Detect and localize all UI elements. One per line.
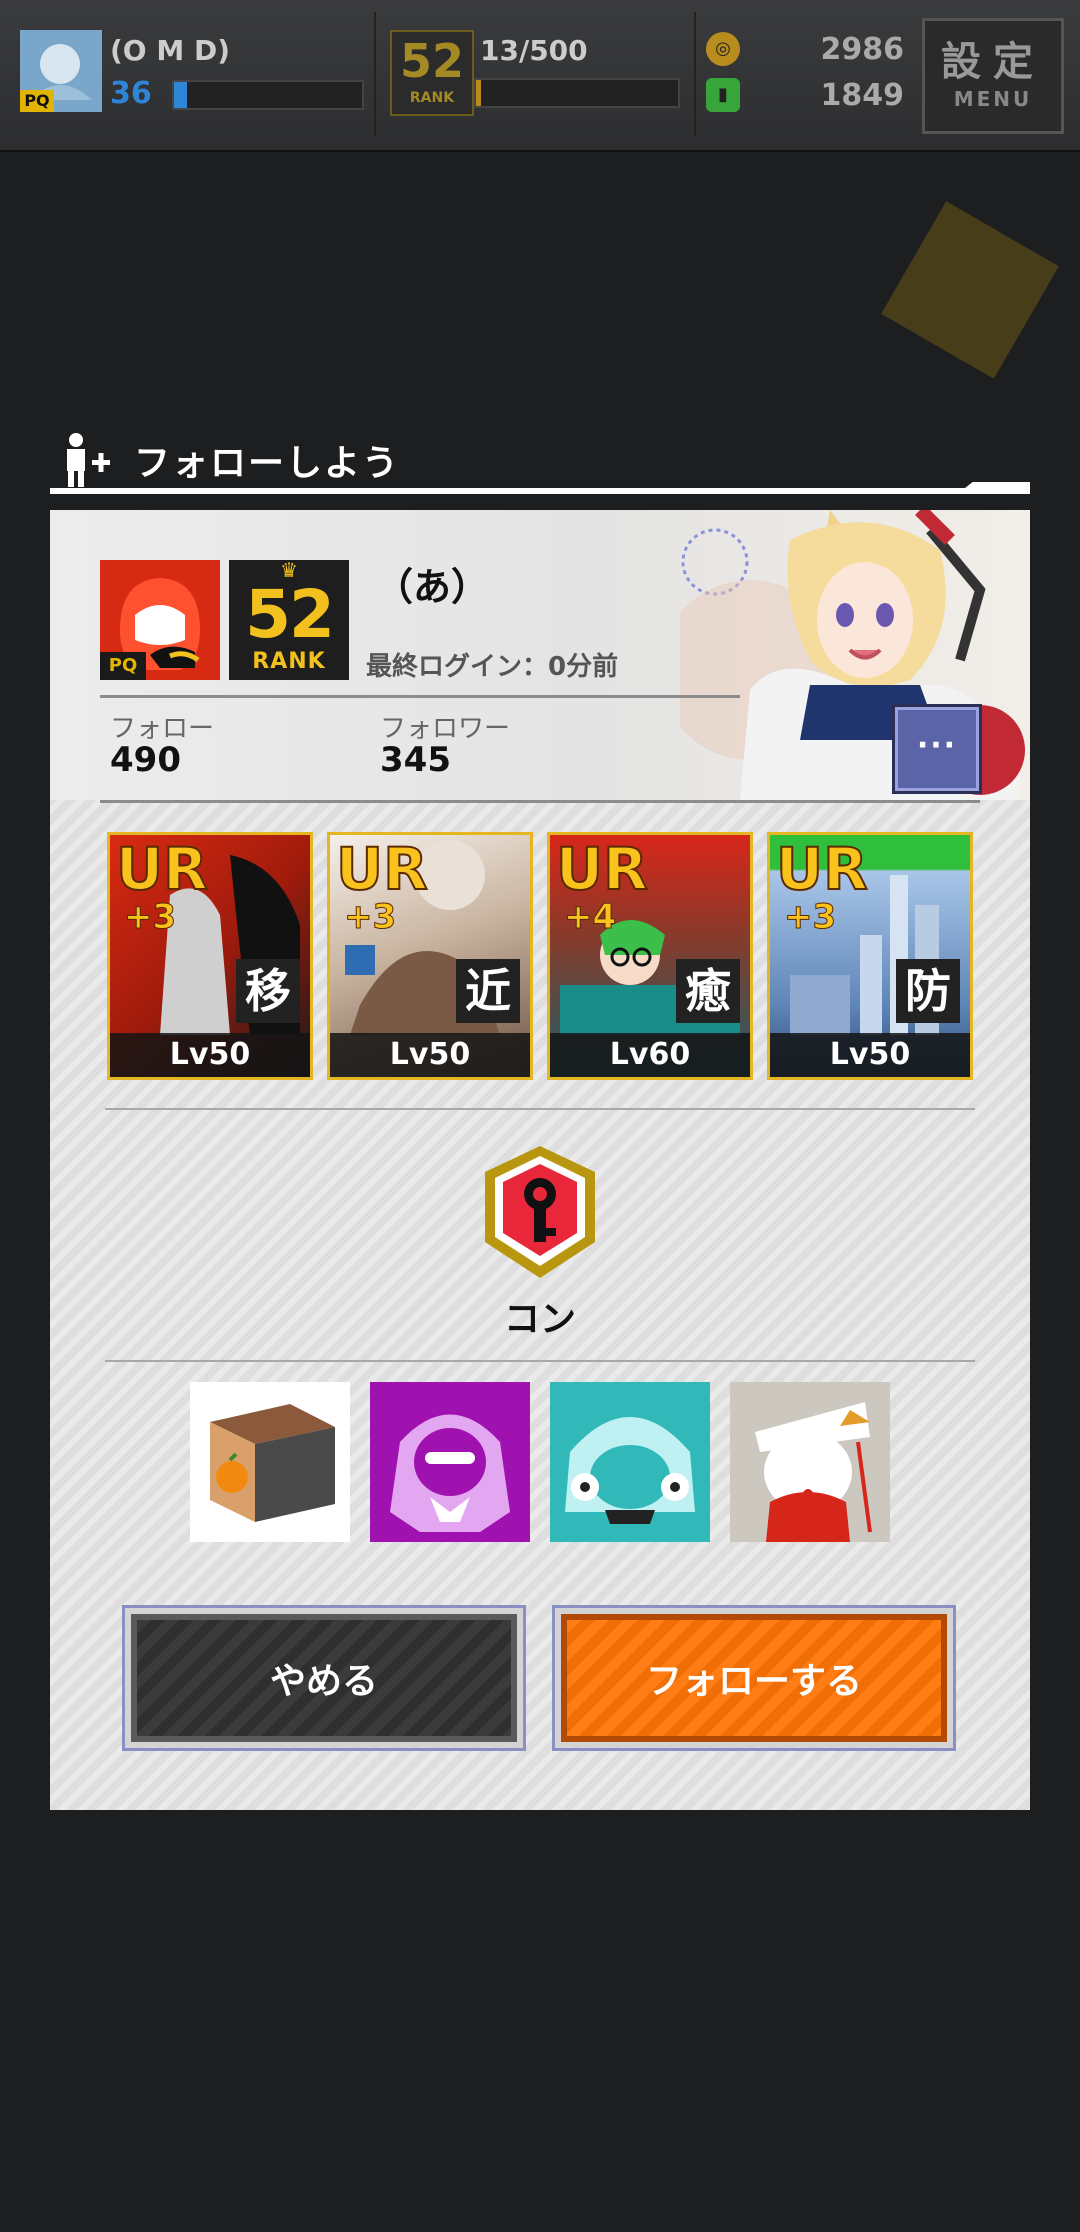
- cancel-button[interactable]: やめる: [122, 1605, 526, 1751]
- card-role: 防: [896, 959, 960, 1023]
- deck-card[interactable]: UR +3 近 Lv50: [327, 832, 533, 1080]
- card-role: 近: [456, 959, 520, 1023]
- profile-section: PQ ♛ 52 RANK （あ） 最終ログイン：0分前 フォロー 490 フォロ…: [50, 510, 1030, 800]
- player-avatar[interactable]: PQ: [20, 30, 102, 112]
- stamina-bar: [474, 78, 680, 108]
- menu-kanji: 設定: [941, 39, 1045, 85]
- divider: [105, 1360, 975, 1362]
- user-rank-badge: ♛ 52 RANK: [229, 560, 349, 680]
- stamina-bar-fill: [476, 80, 482, 106]
- status-bar: PQ (O M D) 36 52 RANK 13/500 ◎ 2986 ▮ 18…: [0, 0, 1080, 152]
- card-role: 移: [236, 959, 300, 1023]
- card-plus: +3: [783, 897, 837, 938]
- player-level: 36: [110, 76, 152, 111]
- divider: [694, 12, 696, 136]
- card-rarity: UR: [115, 835, 209, 903]
- stamina-value: 13/500: [480, 34, 588, 67]
- header-underline: [50, 488, 1030, 494]
- pq-badge: PQ: [100, 652, 146, 680]
- orange-box-icon[interactable]: [190, 1382, 350, 1542]
- add-user-icon: [67, 433, 110, 487]
- card-rarity: UR: [335, 835, 429, 903]
- deck-cards: UR +3 移 Lv50 UR +3 近 Lv50 UR +4 癒 Lv60 U…: [107, 832, 973, 1080]
- deck-card[interactable]: UR +4 癒 Lv60: [547, 832, 753, 1080]
- title-badge-name: コン: [503, 1299, 576, 1340]
- rank-label: RANK: [409, 90, 455, 106]
- pq-badge: PQ: [20, 90, 54, 112]
- card-rarity: UR: [555, 835, 649, 903]
- xp-bar-fill: [174, 82, 188, 108]
- card-plus: +3: [123, 897, 177, 938]
- white-hair-character-icon[interactable]: [730, 1382, 890, 1542]
- dialog-title: フォローしよう: [134, 443, 401, 484]
- card-plus: +3: [343, 897, 397, 938]
- divider: [100, 800, 980, 803]
- divider: [100, 695, 740, 698]
- deck-card[interactable]: UR +3 防 Lv50: [767, 832, 973, 1080]
- card-level: Lv50: [330, 1033, 530, 1077]
- divider: [105, 1108, 975, 1110]
- follow-dialog: PQ ♛ 52 RANK （あ） 最終ログイン：0分前 フォロー 490 フォロ…: [50, 510, 1030, 1810]
- card-level: Lv60: [550, 1033, 750, 1077]
- coin-icon: ◎: [706, 32, 740, 66]
- coin-count: 2986: [820, 32, 905, 67]
- rank-number: 52: [399, 34, 464, 88]
- player-name: (O M D): [110, 34, 230, 67]
- cancel-button-label: やめる: [131, 1614, 517, 1742]
- dialog-header: フォローしよう: [50, 424, 1030, 494]
- card-role: 癒: [676, 959, 740, 1023]
- xp-bar: [172, 80, 364, 110]
- user-avatar[interactable]: PQ: [100, 560, 220, 680]
- menu-label: MENU: [953, 87, 1033, 111]
- teal-character-icon[interactable]: [550, 1382, 710, 1542]
- rank-badge: 52 RANK: [390, 30, 474, 116]
- last-login: 最終ログイン：0分前: [366, 652, 619, 682]
- card-level: Lv50: [110, 1033, 310, 1077]
- gem-count: 1849: [820, 78, 905, 113]
- deck-card[interactable]: UR +3 移 Lv50: [107, 832, 313, 1080]
- follow-button-label: フォローする: [561, 1614, 947, 1742]
- gem-icon: ▮: [706, 78, 740, 112]
- follow-button[interactable]: フォローする: [552, 1605, 956, 1751]
- user-name: （あ）: [375, 565, 490, 609]
- key-emblem-icon: [485, 1146, 595, 1278]
- card-rarity: UR: [775, 835, 869, 903]
- header-tab-accent: [960, 482, 1030, 492]
- card-level: Lv50: [770, 1033, 970, 1077]
- user-rank-label: RANK: [252, 649, 326, 674]
- purple-character-icon[interactable]: [370, 1382, 530, 1542]
- menu-button[interactable]: 設定 MENU: [922, 18, 1064, 134]
- background-decoration: [881, 201, 1059, 379]
- more-options-button[interactable]: ···: [892, 704, 982, 794]
- divider: [374, 12, 376, 136]
- card-plus: +4: [563, 897, 617, 938]
- follower-count: 345: [380, 740, 451, 780]
- follow-count: 490: [110, 740, 181, 780]
- user-rank-number: 52: [245, 576, 335, 653]
